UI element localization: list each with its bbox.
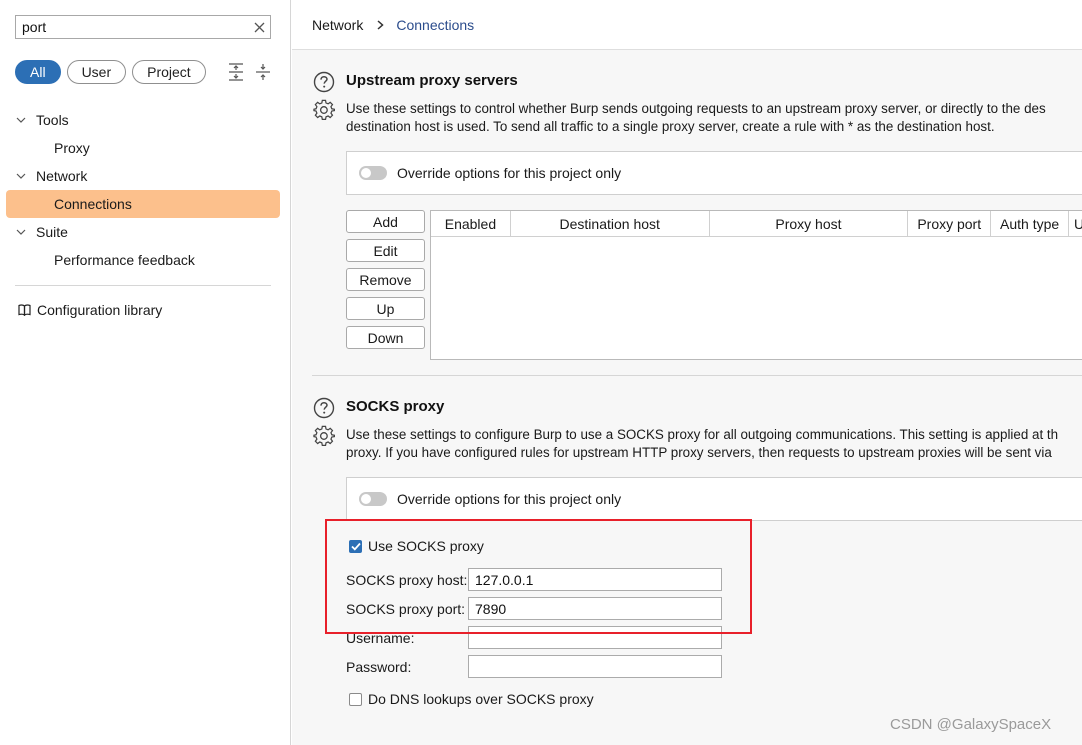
tree-item-label: Suite bbox=[36, 224, 68, 240]
filter-all-button[interactable]: All bbox=[15, 60, 61, 84]
upstream-override-toggle[interactable] bbox=[359, 166, 387, 180]
breadcrumb-parent[interactable]: Network bbox=[312, 17, 363, 33]
upstream-description-line1: Use these settings to control whether Bu… bbox=[346, 101, 1046, 116]
configuration-library-label: Configuration library bbox=[37, 302, 163, 318]
socks-description-line1: Use these settings to configure Burp to … bbox=[346, 427, 1059, 442]
upstream-proxy-table[interactable]: Enabled Destination host Proxy host Prox… bbox=[430, 210, 1082, 360]
help-icon[interactable] bbox=[313, 397, 335, 419]
column-destination-host[interactable]: Destination host bbox=[511, 211, 710, 237]
socks-proxy-title: SOCKS proxy bbox=[346, 398, 445, 415]
move-down-button[interactable]: Down bbox=[346, 326, 425, 349]
help-icon[interactable] bbox=[313, 71, 335, 93]
chevron-down-icon bbox=[6, 173, 36, 179]
breadcrumb: Network Connections bbox=[292, 0, 1082, 50]
tree-item-network[interactable]: Network bbox=[6, 162, 280, 190]
tree-item-label: Connections bbox=[54, 196, 132, 212]
chevron-right-icon bbox=[377, 19, 384, 30]
sidebar-divider bbox=[15, 285, 271, 286]
tree-item-performance-feedback[interactable]: Performance feedback bbox=[6, 246, 280, 274]
column-username[interactable]: U bbox=[1069, 211, 1082, 237]
tree-item-label: Network bbox=[36, 168, 88, 184]
tree-item-label: Tools bbox=[36, 112, 69, 128]
book-icon bbox=[18, 304, 31, 316]
socks-description-line2: proxy. If you have configured rules for … bbox=[346, 445, 1052, 460]
watermark: CSDN @GalaxySpaceX bbox=[890, 716, 1052, 733]
upstream-description-line2: destination host is used. To send all tr… bbox=[346, 119, 995, 134]
breadcrumb-current: Connections bbox=[396, 16, 475, 33]
password-input[interactable] bbox=[468, 655, 722, 678]
upstream-proxy-title: Upstream proxy servers bbox=[346, 72, 518, 89]
column-auth-type[interactable]: Auth type bbox=[991, 211, 1070, 237]
dns-over-socks-label: Do DNS lookups over SOCKS proxy bbox=[368, 691, 594, 707]
section-divider bbox=[312, 375, 1082, 376]
chevron-down-icon bbox=[6, 229, 36, 235]
dns-over-socks-checkbox[interactable] bbox=[349, 692, 362, 706]
add-rule-button[interactable]: Add bbox=[346, 210, 425, 233]
settings-tree: Tools Proxy Network Connections Suite Pe… bbox=[6, 106, 280, 274]
username-input[interactable] bbox=[468, 626, 722, 649]
edit-rule-button[interactable]: Edit bbox=[346, 239, 425, 262]
username-label: Username: bbox=[346, 630, 415, 646]
gear-icon[interactable] bbox=[313, 99, 335, 121]
close-icon[interactable] bbox=[248, 16, 270, 38]
socks-override-label: Override options for this project only bbox=[397, 491, 622, 507]
move-up-button[interactable]: Up bbox=[346, 297, 425, 320]
gear-icon[interactable] bbox=[313, 425, 335, 447]
use-socks-proxy-label: Use SOCKS proxy bbox=[368, 538, 484, 554]
upstream-override-label: Override options for this project only bbox=[397, 165, 622, 181]
socks-host-label: SOCKS proxy host: bbox=[346, 572, 468, 588]
socks-override-toggle[interactable] bbox=[359, 492, 387, 506]
socks-host-input[interactable] bbox=[468, 568, 722, 591]
password-label: Password: bbox=[346, 659, 412, 675]
use-socks-proxy-option[interactable]: Use SOCKS proxy bbox=[349, 538, 484, 554]
remove-rule-button[interactable]: Remove bbox=[346, 268, 425, 291]
tree-item-connections[interactable]: Connections bbox=[6, 190, 280, 218]
tree-item-proxy[interactable]: Proxy bbox=[6, 134, 280, 162]
table-header: Enabled Destination host Proxy host Prox… bbox=[431, 211, 1082, 237]
socks-port-input[interactable] bbox=[468, 597, 722, 620]
filter-user-button[interactable]: User bbox=[66, 60, 127, 84]
tree-item-suite[interactable]: Suite bbox=[6, 218, 280, 246]
column-proxy-host[interactable]: Proxy host bbox=[710, 211, 909, 237]
settings-main: Network Connections Upstream proxy serve… bbox=[292, 0, 1082, 745]
settings-sidebar: All User Project Tools Proxy bbox=[0, 0, 291, 745]
column-proxy-port[interactable]: Proxy port bbox=[908, 211, 992, 237]
dns-over-socks-option[interactable]: Do DNS lookups over SOCKS proxy bbox=[349, 691, 594, 707]
socks-override-panel: Override options for this project only bbox=[346, 477, 1082, 521]
tree-item-label: Proxy bbox=[54, 140, 90, 156]
settings-search-input[interactable] bbox=[16, 16, 248, 38]
expand-all-icon[interactable] bbox=[225, 60, 247, 84]
settings-search bbox=[15, 15, 271, 39]
configuration-library-link[interactable]: Configuration library bbox=[18, 298, 162, 322]
tree-item-tools[interactable]: Tools bbox=[6, 106, 280, 134]
collapse-all-icon[interactable] bbox=[252, 60, 274, 84]
scope-filters: All User Project bbox=[15, 60, 274, 84]
upstream-override-panel: Override options for this project only bbox=[346, 151, 1082, 195]
column-enabled[interactable]: Enabled bbox=[431, 211, 511, 237]
tree-item-label: Performance feedback bbox=[54, 252, 195, 268]
use-socks-proxy-checkbox[interactable] bbox=[349, 539, 362, 553]
filter-project-button[interactable]: Project bbox=[132, 60, 206, 84]
chevron-down-icon bbox=[6, 117, 36, 123]
socks-port-label: SOCKS proxy port: bbox=[346, 601, 466, 617]
